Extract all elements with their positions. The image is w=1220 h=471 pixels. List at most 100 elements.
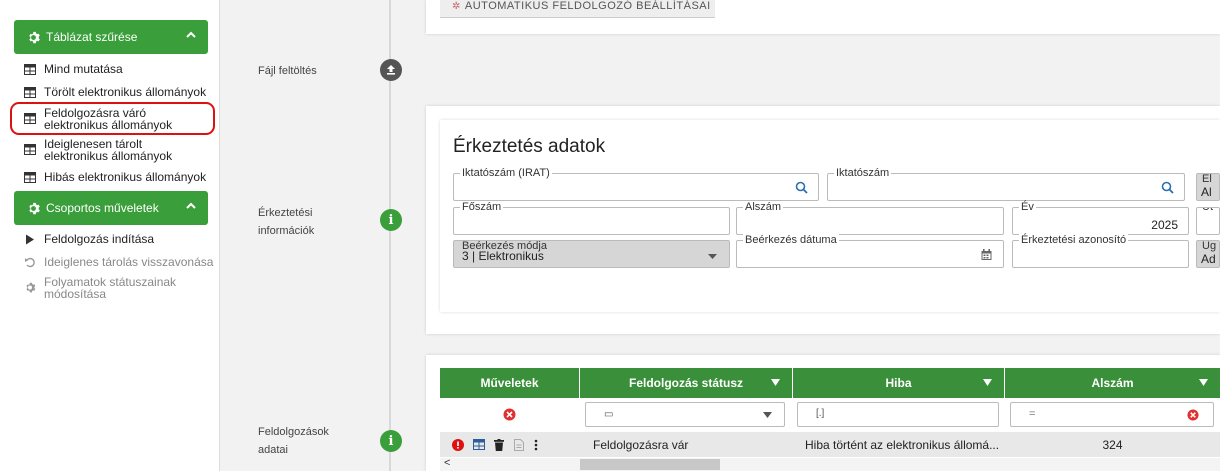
ug-field[interactable]: Üg Ad <box>1196 240 1220 268</box>
arrival-section-label: Érkeztetési információk <box>258 207 315 237</box>
sidebar-item-label: Hibás elektronikus állományok <box>44 170 207 184</box>
horizontal-scrollbar[interactable]: < <box>440 457 1220 471</box>
row-alszam: 324 <box>1102 437 1123 452</box>
gear-icon <box>26 30 40 44</box>
sidebar-item-deleted[interactable]: Törölt elektronikus állományok <box>24 86 224 98</box>
upload-node-icon[interactable] <box>380 59 402 81</box>
ev-field-value: 2025 <box>1151 218 1178 232</box>
action-label: Feldolgozás indítása <box>44 232 155 246</box>
action-revoke-temporary[interactable]: Ideiglenes tárolás visszavonása <box>24 256 224 268</box>
table-icon <box>24 172 36 183</box>
hiba-filter-icon: [.] <box>816 408 825 419</box>
filter-panel-header[interactable]: Táblázat szűrése <box>14 20 208 54</box>
sidebar-item-label: Mind mutatása <box>44 62 123 76</box>
action-label: Ideiglenes tárolás visszavonása <box>44 255 214 269</box>
hiba-filter-input[interactable]: [.] <box>797 402 999 427</box>
ut-field-label: Ut <box>1200 208 1215 213</box>
alszam-field-label: Alszám <box>743 201 784 213</box>
info-icon[interactable]: i <box>380 430 402 452</box>
iktatoszam-field[interactable]: Iktatószám <box>827 167 1185 201</box>
gear-icon <box>26 201 40 215</box>
ev-field[interactable]: Év 2025 <box>1012 201 1189 235</box>
erkeztetesi-azonosito-field[interactable]: Érkeztetési azonosító <box>1012 234 1189 268</box>
action-modify-statuses[interactable]: Folyamatok státuszainak módosítása <box>24 276 194 300</box>
column-header-label: Hiba <box>885 376 912 390</box>
auto-processor-settings-label: AUTOMATIKUS FELDOLGOZÓ BEÁLLÍTÁSAI <box>464 0 711 12</box>
action-label: Folyamatok státuszainak módosítása <box>44 275 177 301</box>
sidebar-item-label: Törölt elektronikus állományok <box>44 85 207 99</box>
search-icon[interactable] <box>795 181 808 194</box>
document-icon[interactable] <box>514 438 524 451</box>
beerkezes-modja-value: 3 | Elektronikus <box>462 249 544 263</box>
column-header-label: Feldolgozás státusz <box>628 376 744 390</box>
chevron-up-icon[interactable] <box>186 30 196 40</box>
sort-down-icon[interactable] <box>1199 379 1208 386</box>
table-icon[interactable] <box>473 439 485 450</box>
status-filter-select[interactable]: ▭ <box>585 402 785 427</box>
alszam-field[interactable]: Alszám <box>736 201 1004 235</box>
status-filter-icon: ▭ <box>604 409 614 420</box>
wrench-icon: ✲ <box>452 1 461 12</box>
beerkezes-datuma-label: Beérkezés dátuma <box>743 234 839 246</box>
irat-field-label: Iktatószám (IRAT) <box>460 167 552 179</box>
table-icon <box>24 87 36 98</box>
calendar-icon[interactable] <box>980 248 993 261</box>
sidebar: Táblázat szűrése Mind mutatása Törölt el… <box>0 0 220 471</box>
table-icon <box>24 64 36 75</box>
info-icon[interactable]: i <box>380 209 402 231</box>
beerkezes-modja-select[interactable]: Beérkezés módja 3 | Elektronikus <box>453 240 730 268</box>
column-header-label: Műveletek <box>480 376 539 390</box>
sidebar-item-show-all[interactable]: Mind mutatása <box>24 63 224 75</box>
sidebar-item-temporary[interactable]: Ideiglenesen tárolt elektronikus állomán… <box>24 138 204 162</box>
gear-icon <box>26 282 36 293</box>
chevron-up-icon[interactable] <box>186 201 196 211</box>
el-field-value: Al <box>1201 185 1212 199</box>
sidebar-item-faulty[interactable]: Hibás elektronikus állományok <box>24 171 224 183</box>
row-status: Feldolgozásra vár <box>593 437 689 452</box>
trash-icon[interactable] <box>494 438 504 451</box>
processing-section-label: Feldolgozások adatai <box>258 426 329 456</box>
column-header-status[interactable]: Feldolgozás státusz <box>580 368 793 398</box>
foszam-field-label: Főszám <box>460 201 504 213</box>
row-actions <box>452 432 580 457</box>
erkeztetesi-azonosito-label: Érkeztetési azonosító <box>1019 234 1129 246</box>
ev-field-label: Év <box>1019 201 1036 213</box>
timeline: i i <box>380 0 402 471</box>
filter-panel-title: Táblázat szűrése <box>46 30 138 44</box>
column-header-hiba[interactable]: Hiba <box>793 368 1005 398</box>
iktatoszam-field-label: Iktatószám <box>834 167 892 179</box>
clear-filter-icon[interactable] <box>1187 409 1199 421</box>
dropdown-arrow-icon[interactable] <box>706 250 719 263</box>
row-hiba: Hiba történt az elektronikus állomá... <box>805 437 1000 452</box>
scrollbar-thumb[interactable] <box>580 459 720 470</box>
foszam-field[interactable]: Főszám <box>453 201 730 235</box>
error-icon[interactable] <box>452 438 464 451</box>
clear-filters-icon[interactable] <box>503 408 516 421</box>
sidebar-item-label: Ideiglenesen tárolt elektronikus állomán… <box>44 137 173 163</box>
undo-icon <box>25 257 35 268</box>
el-field-label: El <box>1202 173 1212 185</box>
column-header-label: Alszám <box>1091 376 1134 390</box>
ug-field-value: Ad <box>1201 252 1216 266</box>
column-header-alszam[interactable]: Alszám <box>1005 368 1220 398</box>
table-icon <box>24 144 36 155</box>
irat-field[interactable]: Iktatószám (IRAT) <box>453 167 819 201</box>
alszam-filter-icon: = <box>1029 408 1036 420</box>
actions-panel-title: Csoportos műveletek <box>46 201 159 215</box>
play-icon <box>26 234 34 245</box>
el-field[interactable]: El Al <box>1196 173 1220 201</box>
column-header-actions: Műveletek <box>440 368 580 398</box>
action-start-processing[interactable]: Feldolgozás indítása <box>24 233 224 245</box>
sort-down-icon[interactable] <box>983 379 992 386</box>
beerkezes-datuma-field[interactable]: Beérkezés dátuma <box>736 234 1004 268</box>
sort-down-icon[interactable] <box>771 379 780 386</box>
alszam-filter-input[interactable]: = <box>1010 402 1214 427</box>
ut-field[interactable]: Ut <box>1196 207 1220 235</box>
dropdown-arrow-icon[interactable] <box>763 412 772 418</box>
scroll-left-arrow[interactable]: < <box>444 457 450 469</box>
more-options-icon[interactable] <box>534 439 538 451</box>
auto-processor-settings-button[interactable]: ✲ AUTOMATIKUS FELDOLGOZÓ BEÁLLÍTÁSAI <box>440 0 715 18</box>
upload-section-label: Fájl feltöltés <box>258 65 317 77</box>
search-icon[interactable] <box>1161 181 1174 194</box>
actions-panel-header[interactable]: Csoportos műveletek <box>14 191 208 225</box>
